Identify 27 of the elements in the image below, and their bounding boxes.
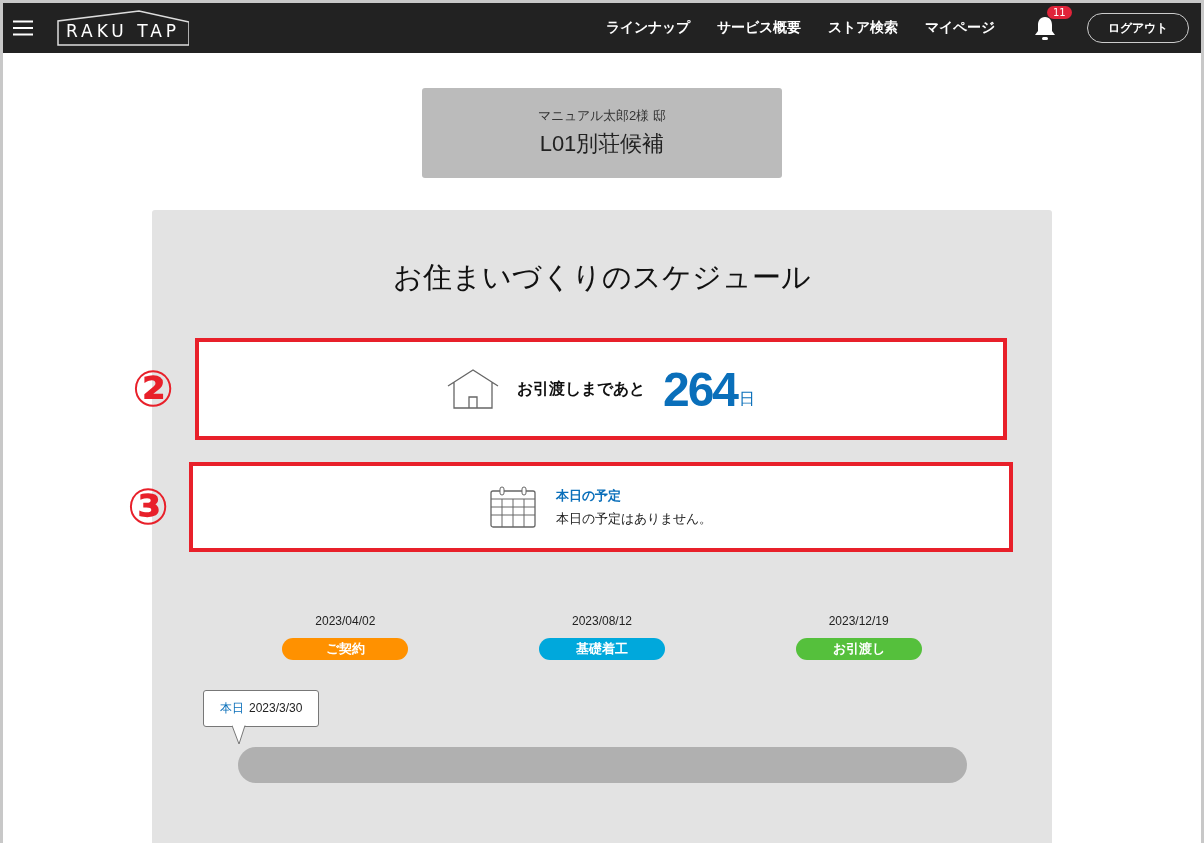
milestone-date: 2023/04/02	[314, 614, 377, 628]
nav-link[interactable]: ラインナップ	[606, 19, 690, 37]
section-title: お住まいづくりのスケジュール	[392, 259, 812, 296]
bell-icon[interactable]	[1033, 15, 1057, 41]
menu-icon[interactable]	[13, 20, 33, 36]
nav-link[interactable]: サービス概要	[717, 19, 801, 37]
calendar-icon	[490, 486, 536, 528]
tooltip-tail	[232, 725, 246, 745]
milestone-tag: ご契約	[282, 638, 409, 660]
annotation-number: ②	[132, 364, 175, 414]
logo[interactable]: RAKU TAP	[57, 10, 189, 46]
notification-badge: 11	[1047, 6, 1072, 19]
nav-link[interactable]: マイページ	[925, 19, 995, 37]
property-name: L01別荘候補	[539, 130, 665, 158]
today-title: 本日の予定	[556, 486, 622, 505]
house-icon	[446, 369, 499, 409]
milestone-tag: 基礎着工	[539, 638, 665, 660]
days-unit: 日	[739, 389, 756, 409]
milestone-date: 2023/12/19	[827, 614, 890, 628]
milestone-tag: お引渡し	[795, 638, 922, 660]
milestone-date: 2023/08/12	[570, 614, 633, 628]
days-count: 264	[662, 361, 738, 417]
annotation-number: ③	[127, 482, 170, 532]
countdown-label: お引渡しまであと	[516, 378, 645, 400]
owner-name: マニュアル太郎2様 邸	[538, 107, 666, 125]
nav-link[interactable]: ストア検索	[828, 19, 898, 37]
today-message: 本日の予定はありません。	[556, 509, 712, 528]
